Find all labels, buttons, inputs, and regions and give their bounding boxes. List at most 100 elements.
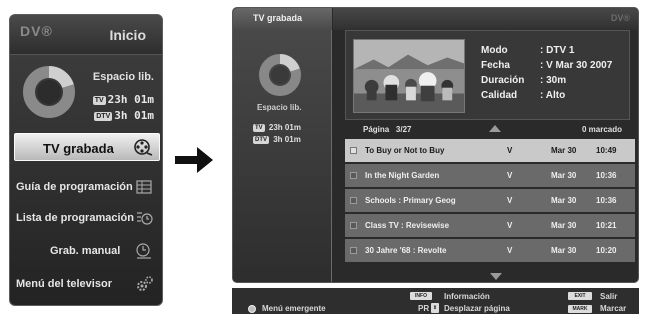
info-key-calidad: Calidad <box>481 90 518 101</box>
recording-title: To Buy or Not to Buy <box>365 146 445 155</box>
main-top-bar: DV® <box>333 8 638 30</box>
recorded-tv-screen: TV grabada Espacio lib. TV 23h 01m DTV 3… <box>232 7 639 283</box>
recording-channel: V <box>507 146 513 155</box>
move-page-hint: Desplazar página <box>444 304 510 313</box>
menu-item-grab-manual[interactable]: Grab. manual <box>14 238 160 264</box>
scroll-down-arrow-icon[interactable] <box>490 273 502 280</box>
dtv-badge: DTV <box>253 136 269 144</box>
recording-date: Mar 30 <box>551 146 577 155</box>
gear-icon <box>137 276 153 291</box>
popup-menu-hint: Menú emergente <box>262 304 326 313</box>
recording-row[interactable]: To Buy or Not to Buy V Mar 30 10:49 <box>345 139 635 162</box>
exit-hint: Salir <box>600 292 618 301</box>
marked-count: 0 marcado <box>581 125 622 134</box>
menu-item-menu-televisor[interactable]: Menú del televisor <box>14 271 160 297</box>
screenshot-stage: DV® Inicio Espacio lib. TV 23h 01m DTV 3h … <box>0 0 646 314</box>
side-title: TV grabada <box>253 13 303 23</box>
menu-item-guia[interactable]: Guía de programación <box>14 174 160 200</box>
free-space-label: Espacio lib. <box>92 71 154 83</box>
info-key-icon: INFO <box>410 292 432 300</box>
info-key-duracion: Duración <box>481 75 525 86</box>
exit-key-icon: EXIT <box>568 292 592 300</box>
mark-checkbox[interactable] <box>350 147 357 154</box>
home-menu-panel: DV® Inicio Espacio lib. TV 23h 01m DTV 3h … <box>9 14 163 306</box>
free-space-label: Espacio lib. <box>257 103 302 112</box>
dtv-space-row: DTV 3h 01m <box>253 135 301 144</box>
menu-item-label: Guía de programación <box>16 181 133 193</box>
menu-item-label: TV grabada <box>43 141 114 156</box>
tv-badge: TV <box>253 124 265 132</box>
recording-title: 30 Jahre '68 : Revolte <box>365 246 447 255</box>
recording-title: In the Night Garden <box>365 171 440 180</box>
recording-time: 10:36 <box>596 196 617 205</box>
recording-channel: V <box>507 196 513 205</box>
info-value-modo: : DTV 1 <box>540 45 575 56</box>
tv-space-time: 23h 01m <box>107 93 154 106</box>
side-title-bar: TV grabada <box>233 8 332 30</box>
film-reel-icon <box>134 139 153 156</box>
dtv-space-time: 3h 01m <box>273 135 301 144</box>
pr-updown-icon: ⇕ <box>431 303 439 313</box>
free-space-block: Espacio lib. TV 23h 01m DTV 3h 01m <box>20 65 154 139</box>
side-column: TV grabada Espacio lib. TV 23h 01m DTV 3… <box>233 8 332 282</box>
help-bar: Menú emergente INFO Información PR ⇕ Des… <box>232 288 639 314</box>
pr-key-label: PR <box>418 304 430 313</box>
mark-checkbox[interactable] <box>350 247 357 254</box>
page-indicator: Página 3/27 <box>363 125 412 134</box>
recording-date: Mar 30 <box>551 171 577 180</box>
info-values: : DTV 1 : V Mar 30 2007 : 30m : Alto <box>540 43 612 103</box>
menu-item-label: Menú del televisor <box>16 278 112 290</box>
recording-date: Mar 30 <box>551 196 577 205</box>
grid-guide-icon <box>136 180 152 194</box>
right-arrow-icon <box>175 147 213 173</box>
info-value-duracion: : 30m <box>540 75 567 86</box>
mark-checkbox[interactable] <box>350 222 357 229</box>
mark-checkbox[interactable] <box>350 172 357 179</box>
recording-channel: V <box>507 246 513 255</box>
dvr-logo: DV® <box>610 13 630 23</box>
recording-channel: V <box>507 221 513 230</box>
tv-space-row: TV 23h 01m <box>92 93 154 106</box>
recording-row[interactable]: 30 Jahre '68 : Revolte V Mar 30 10:20 <box>345 239 635 262</box>
page-indicator-row: Página 3/27 0 marcado <box>345 123 630 137</box>
info-key-fecha: Fecha <box>481 60 510 71</box>
mark-checkbox[interactable] <box>350 197 357 204</box>
popup-menu-icon <box>248 305 256 313</box>
dtv-space-time: 3h 01m <box>114 109 154 122</box>
menu-item-lista[interactable]: Lista de programación <box>14 205 160 231</box>
preview-thumbnail <box>353 39 465 113</box>
recording-info-box: Modo Fecha Duración Calidad : DTV 1 : V … <box>345 30 630 120</box>
tv-badge: TV <box>92 96 106 105</box>
dtv-badge: DTV <box>94 112 113 121</box>
recording-row[interactable]: In the Night Garden V Mar 30 10:36 <box>345 164 635 187</box>
recording-time: 10:21 <box>596 221 617 230</box>
recording-time: 10:36 <box>596 171 617 180</box>
clock-list-icon <box>137 212 153 225</box>
menu-title: Inicio <box>109 27 146 43</box>
scroll-up-arrow-icon[interactable] <box>489 125 501 132</box>
recording-title: Class TV : Revisewise <box>365 221 450 230</box>
mark-key-icon: MARK <box>568 305 592 313</box>
recording-time: 10:49 <box>596 146 617 155</box>
menu-item-label: Lista de programación <box>16 212 134 224</box>
recording-title: Schools : Primary Geog <box>365 196 456 205</box>
main-column: DV® Modo Fecha Duración Calidad: DTV 1 … <box>333 8 638 282</box>
mark-hint: Marcar <box>600 304 627 313</box>
recording-row[interactable]: Schools : Primary Geog V Mar 30 10:36 <box>345 189 635 212</box>
info-keys: Modo Fecha Duración Calidad <box>481 43 524 103</box>
dtv-space-row: DTV 3h 01m <box>94 109 154 122</box>
recordings-list: To Buy or Not to Buy V Mar 30 10:49 In t… <box>345 139 635 264</box>
clock-timer-icon <box>136 243 151 259</box>
tv-space-row: TV 23h 01m <box>253 123 301 132</box>
recording-time: 10:20 <box>596 246 617 255</box>
menu-item-label: Grab. manual <box>50 245 121 257</box>
info-key-modo: Modo <box>481 45 508 56</box>
dvr-logo: DV® <box>20 23 53 39</box>
info-hint: Información <box>444 292 490 301</box>
tv-space-time: 23h 01m <box>268 123 301 132</box>
info-value-fecha: : V Mar 30 2007 <box>540 60 613 71</box>
space-donut-icon <box>23 66 75 118</box>
menu-item-tv-grabada[interactable]: TV grabada <box>14 133 160 161</box>
recording-date: Mar 30 <box>551 246 577 255</box>
recording-row[interactable]: Class TV : Revisewise V Mar 30 10:21 <box>345 214 635 237</box>
